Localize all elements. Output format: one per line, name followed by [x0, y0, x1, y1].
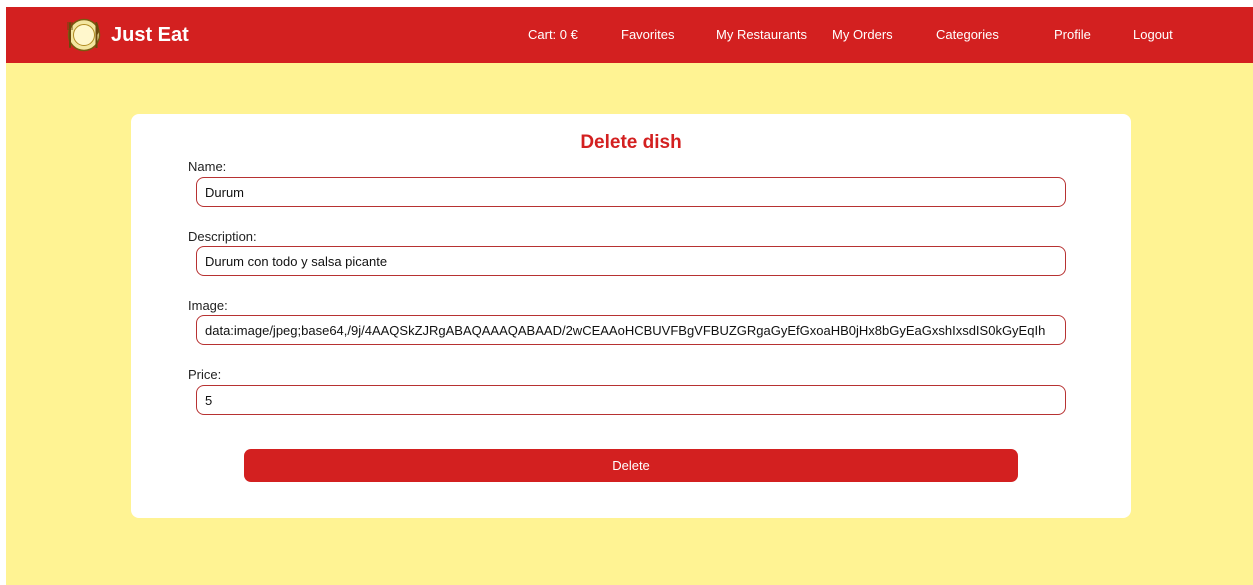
description-input[interactable]	[196, 246, 1066, 276]
description-label: Description:	[188, 229, 257, 244]
name-label: Name:	[188, 159, 227, 174]
price-label: Price:	[188, 367, 222, 382]
page-background: Just Eat Cart: 0 € Favorites My Restaura…	[6, 7, 1253, 585]
image-label: Image:	[188, 298, 228, 313]
navbar: Just Eat Cart: 0 € Favorites My Restaura…	[6, 7, 1253, 63]
nav-my-orders[interactable]: My Orders	[832, 7, 893, 63]
nav-logout[interactable]: Logout	[1133, 7, 1173, 63]
plate-fork-knife-icon	[67, 18, 101, 52]
image-input[interactable]	[196, 315, 1066, 345]
nav-cart[interactable]: Cart: 0 €	[528, 7, 578, 63]
delete-dish-form: Delete dish Name: Description: Image: Pr…	[131, 114, 1131, 518]
price-input[interactable]	[196, 385, 1066, 415]
brand-name: Just Eat	[111, 24, 189, 46]
form-title: Delete dish	[580, 132, 682, 153]
delete-button[interactable]: Delete	[244, 449, 1018, 482]
nav-favorites[interactable]: Favorites	[621, 7, 674, 63]
nav-profile[interactable]: Profile	[1054, 7, 1091, 63]
nav-my-restaurants[interactable]: My Restaurants	[716, 7, 807, 63]
name-input[interactable]	[196, 177, 1066, 207]
brand-link[interactable]: Just Eat	[66, 17, 189, 53]
nav-categories[interactable]: Categories	[936, 7, 999, 63]
